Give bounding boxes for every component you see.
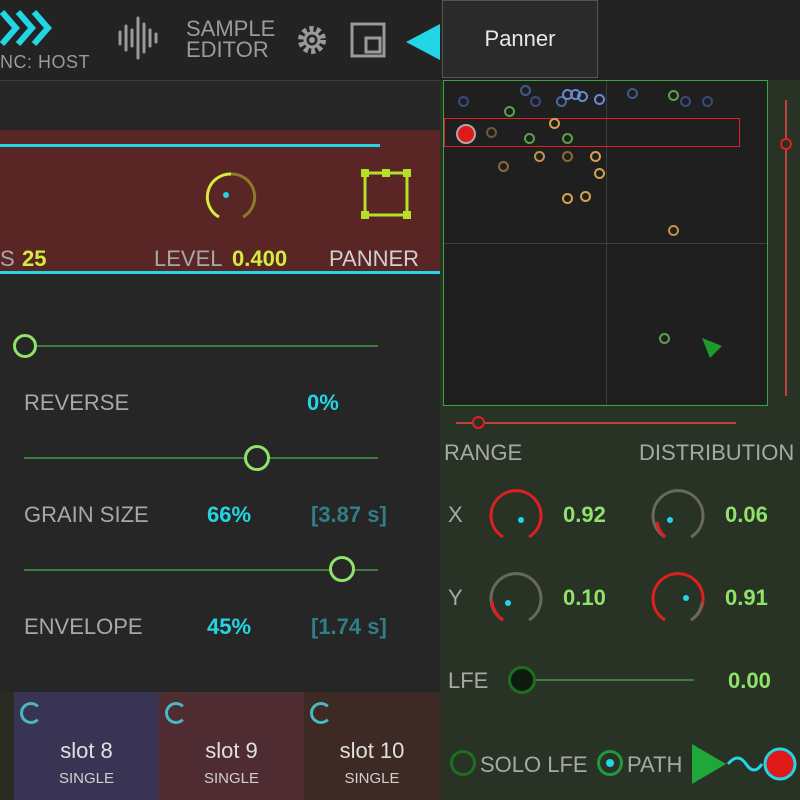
slot-8-mode: SINGLE	[58, 770, 115, 787]
range-label: RANGE	[444, 440, 523, 465]
grain-dot	[702, 96, 713, 107]
vertical-slider-handle[interactable]	[780, 138, 792, 150]
x-label: X	[448, 502, 463, 527]
grain-dot	[580, 191, 591, 202]
grain-dot	[594, 168, 605, 179]
grain-dot	[594, 94, 605, 105]
grain-dot	[498, 161, 509, 172]
grain-size-slider-handle[interactable]	[329, 556, 355, 582]
slot-9-name: slot 9	[205, 738, 258, 763]
level-label: LEVEL	[154, 246, 223, 271]
slot-8[interactable]: slot 8 SINGLE	[14, 692, 159, 800]
grain-dot	[668, 90, 679, 101]
reverse-slider-track[interactable]	[24, 457, 378, 459]
path-label: PATH	[627, 752, 683, 777]
grain-count-label: S	[0, 246, 15, 271]
collapse-arrow-icon[interactable]	[402, 22, 442, 62]
grain-dot	[659, 333, 670, 344]
grain-dot	[530, 96, 541, 107]
distribution-y-knob[interactable]	[648, 567, 708, 627]
range-y-knob[interactable]	[486, 567, 546, 627]
grain-dot	[562, 193, 573, 204]
slider-1-track[interactable]	[24, 345, 378, 347]
slot-10-busy-icon	[310, 702, 332, 724]
grain-size-seconds: [3.87 s]	[311, 502, 387, 527]
gear-icon[interactable]	[294, 22, 330, 58]
distribution-y-value[interactable]: 0.91	[725, 585, 768, 611]
envelope-label: ENVELOPE	[24, 614, 143, 639]
grain-dot	[590, 151, 601, 162]
sample-editor-label-1: SAMPLE	[186, 16, 276, 41]
grain-dot	[486, 127, 497, 138]
horizontal-slider-track[interactable]	[456, 422, 736, 424]
grain-dot	[680, 96, 691, 107]
source-point[interactable]	[456, 124, 476, 144]
header-divider-top	[0, 144, 380, 147]
range-y-value[interactable]: 0.10	[563, 585, 606, 611]
lfe-label: LFE	[448, 668, 489, 693]
sample-editor-button[interactable]: SAMPLE EDITOR	[186, 16, 276, 62]
envelope-value[interactable]: 45%	[207, 614, 251, 640]
path-play-icon[interactable]	[690, 740, 800, 790]
slot-edge	[0, 692, 14, 800]
reverse-label: REVERSE	[24, 390, 130, 415]
waveform-icon[interactable]	[116, 14, 164, 62]
path-direction-icon	[702, 338, 722, 358]
range-x-knob[interactable]	[486, 484, 546, 544]
path-toggle-indicator	[606, 759, 614, 767]
grain-dot	[562, 151, 573, 162]
grain-dot	[562, 133, 573, 144]
grain-dot	[549, 118, 560, 129]
panner-label: PANNER	[329, 246, 420, 271]
solo-lfe-toggle[interactable]	[450, 750, 476, 776]
slot-8-busy-icon	[20, 702, 42, 724]
grain-dot	[524, 133, 535, 144]
grain-dot	[668, 225, 679, 236]
grain-dot	[534, 151, 545, 162]
sync-arrows-icon[interactable]	[0, 8, 60, 48]
reverse-slider-handle[interactable]	[244, 445, 270, 471]
horizontal-slider-handle[interactable]	[472, 416, 485, 429]
sample-editor-label-2: EDITOR	[186, 37, 269, 62]
lfe-value[interactable]: 0.00	[728, 668, 771, 694]
slot-10-mode: SINGLE	[344, 770, 400, 787]
path-toggle[interactable]	[597, 750, 623, 776]
slot-10-name: slot 10	[339, 738, 405, 763]
grain-dot	[627, 88, 638, 99]
window-layout-icon[interactable]	[350, 22, 386, 58]
grain-dot	[577, 91, 588, 102]
panner-shape-icon[interactable]	[360, 168, 412, 220]
lfe-slider-track[interactable]	[522, 679, 694, 681]
slot-8-name: slot 8	[60, 738, 113, 763]
distribution-label: DISTRIBUTION	[639, 440, 795, 465]
range-x-value[interactable]: 0.92	[563, 502, 606, 528]
slot-10[interactable]: slot 10 SINGLE	[304, 692, 440, 800]
slider-1-handle[interactable]	[13, 334, 37, 358]
grain-size-value[interactable]: 66%	[207, 502, 251, 528]
y-label: Y	[448, 585, 463, 610]
reverse-value[interactable]: 0%	[307, 390, 339, 416]
grain-size-label: GRAIN SIZE	[24, 502, 149, 527]
solo-lfe-label: SOLO LFE	[480, 752, 588, 777]
slot-9-busy-icon	[165, 702, 187, 724]
host-sync-label: NC: HOST	[0, 52, 91, 72]
distribution-x-value[interactable]: 0.06	[725, 502, 768, 528]
lfe-slider-handle[interactable]	[508, 666, 536, 694]
grain-dot	[458, 96, 469, 107]
grain-count-value[interactable]: 25	[22, 246, 46, 272]
slot-9-mode: SINGLE	[203, 770, 260, 787]
level-value[interactable]: 0.400	[232, 246, 287, 272]
grain-size-slider-track[interactable]	[24, 569, 378, 571]
slot-9[interactable]: slot 9 SINGLE	[159, 692, 304, 800]
level-knob[interactable]	[204, 170, 258, 224]
envelope-seconds: [1.74 s]	[311, 614, 387, 639]
distribution-x-knob[interactable]	[648, 484, 708, 544]
grain-dot	[504, 106, 515, 117]
tab-panner[interactable]: Panner	[442, 0, 598, 78]
grain-dot	[520, 85, 531, 96]
